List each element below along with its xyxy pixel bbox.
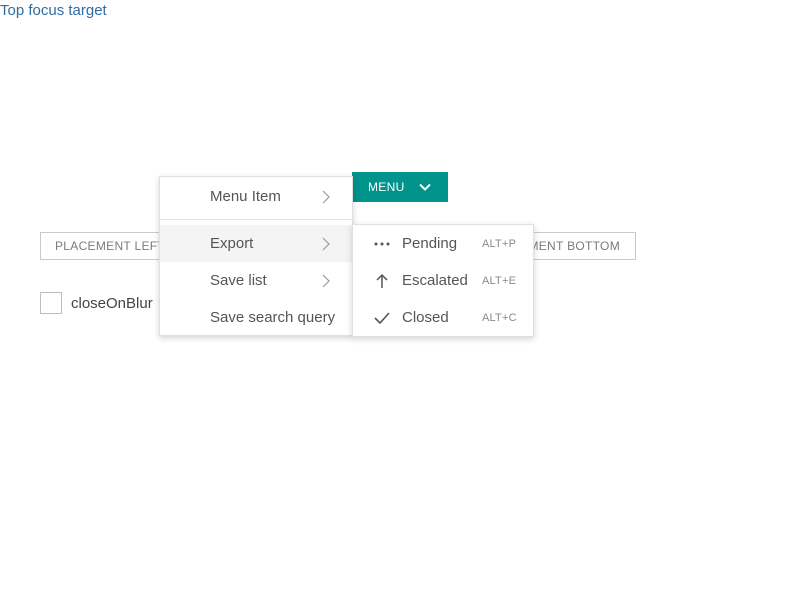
submenu-item-closed[interactable]: Closed ALT+C <box>353 299 533 336</box>
menu-item-label: Menu Item <box>210 188 281 205</box>
submenu-item-escalated[interactable]: Escalated ALT+E <box>353 262 533 299</box>
close-on-blur-option[interactable]: closeOnBlur <box>40 292 153 314</box>
menu-item-export[interactable]: Export <box>160 225 352 262</box>
dropdown-menu: Menu Item Export Save list Save search q… <box>159 176 353 336</box>
placement-bottom-button[interactable]: PLACEMENT BOTTOM <box>520 232 636 260</box>
chevron-right-icon <box>322 237 330 251</box>
menu-item-save-search-query[interactable]: Save search query <box>160 299 352 336</box>
top-focus-target-link[interactable]: Top focus target <box>0 2 107 19</box>
chevron-down-icon <box>419 183 431 191</box>
menu-item-label: Save list <box>210 272 267 289</box>
close-on-blur-label: closeOnBlur <box>71 294 153 312</box>
page: Top focus target PLACEMENT LEFT PLACEMEN… <box>0 0 800 600</box>
menu-button-label: MENU <box>368 180 405 194</box>
chevron-right-icon <box>322 274 330 288</box>
menu-divider <box>160 219 352 220</box>
arrow-up-icon <box>376 273 388 288</box>
submenu-item-label: Closed <box>402 309 449 326</box>
export-submenu: Pending ALT+P Escalated ALT+E Closed ALT… <box>352 224 534 337</box>
more-dots-icon <box>374 242 390 246</box>
checkmark-icon <box>374 312 390 325</box>
close-on-blur-checkbox[interactable] <box>40 292 62 314</box>
placement-left-button[interactable]: PLACEMENT LEFT <box>40 232 170 260</box>
shortcut-label: ALT+C <box>482 311 517 324</box>
menu-item-save-list[interactable]: Save list <box>160 262 352 299</box>
shortcut-label: ALT+P <box>482 237 517 250</box>
menu-item-label: Export <box>210 235 254 252</box>
menu-item-menu-item[interactable]: Menu Item <box>160 178 352 215</box>
submenu-item-pending[interactable]: Pending ALT+P <box>353 225 533 262</box>
shortcut-label: ALT+E <box>482 274 517 287</box>
submenu-item-label: Pending <box>402 235 458 252</box>
chevron-right-icon <box>322 190 330 204</box>
menu-button[interactable]: MENU <box>352 172 448 202</box>
submenu-item-label: Escalated <box>402 272 468 289</box>
menu-item-label: Save search query <box>210 309 336 326</box>
